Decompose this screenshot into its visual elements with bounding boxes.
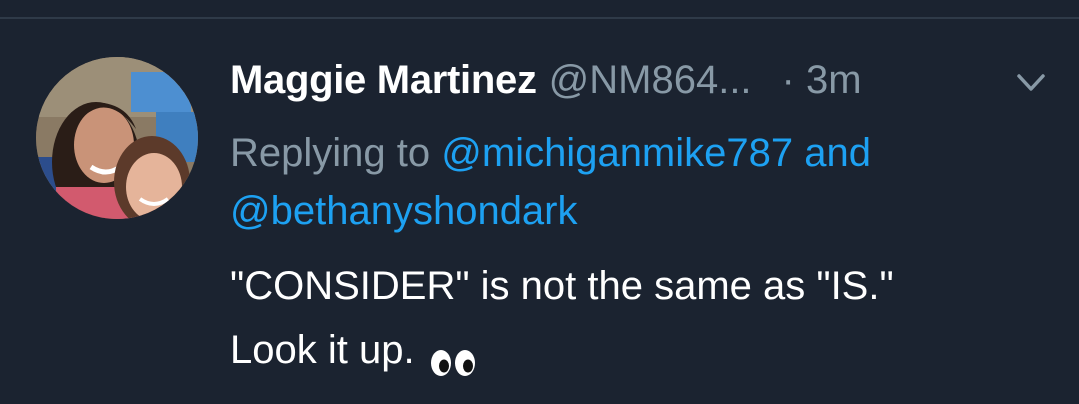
tweet-text-line-2: Look it up. — [230, 318, 1060, 382]
user-handle[interactable]: @NM864... — [549, 58, 752, 103]
avatar-photo — [36, 57, 198, 219]
tweet-text-line: "CONSIDER" is not the same as "IS." — [230, 264, 894, 308]
tweet-text: "CONSIDER" is not the same as "IS." Look… — [230, 254, 1060, 382]
chevron-down-icon[interactable] — [1014, 68, 1048, 98]
display-name[interactable]: Maggie Martinez — [230, 58, 537, 103]
reply-joiner[interactable]: and — [804, 131, 871, 175]
eyes-emoji-icon — [429, 333, 477, 377]
replying-to-label: Replying to — [230, 131, 431, 175]
reply-mention-link[interactable]: @michiganmike787 — [441, 131, 793, 175]
timestamp-value: 3m — [806, 57, 862, 102]
timestamp[interactable]: · 3m — [782, 58, 862, 103]
avatar[interactable] — [36, 57, 198, 219]
replying-to: Replying to @michiganmike787 and @bethan… — [230, 124, 1060, 240]
timestamp-separator: · — [781, 57, 795, 102]
reply-mention-link[interactable]: @bethanyshondark — [230, 189, 578, 233]
tweet-text-line: Look it up. — [230, 328, 415, 372]
top-divider — [0, 17, 1079, 19]
tweet-header: Maggie Martinez @NM864... · 3m — [230, 52, 1050, 108]
